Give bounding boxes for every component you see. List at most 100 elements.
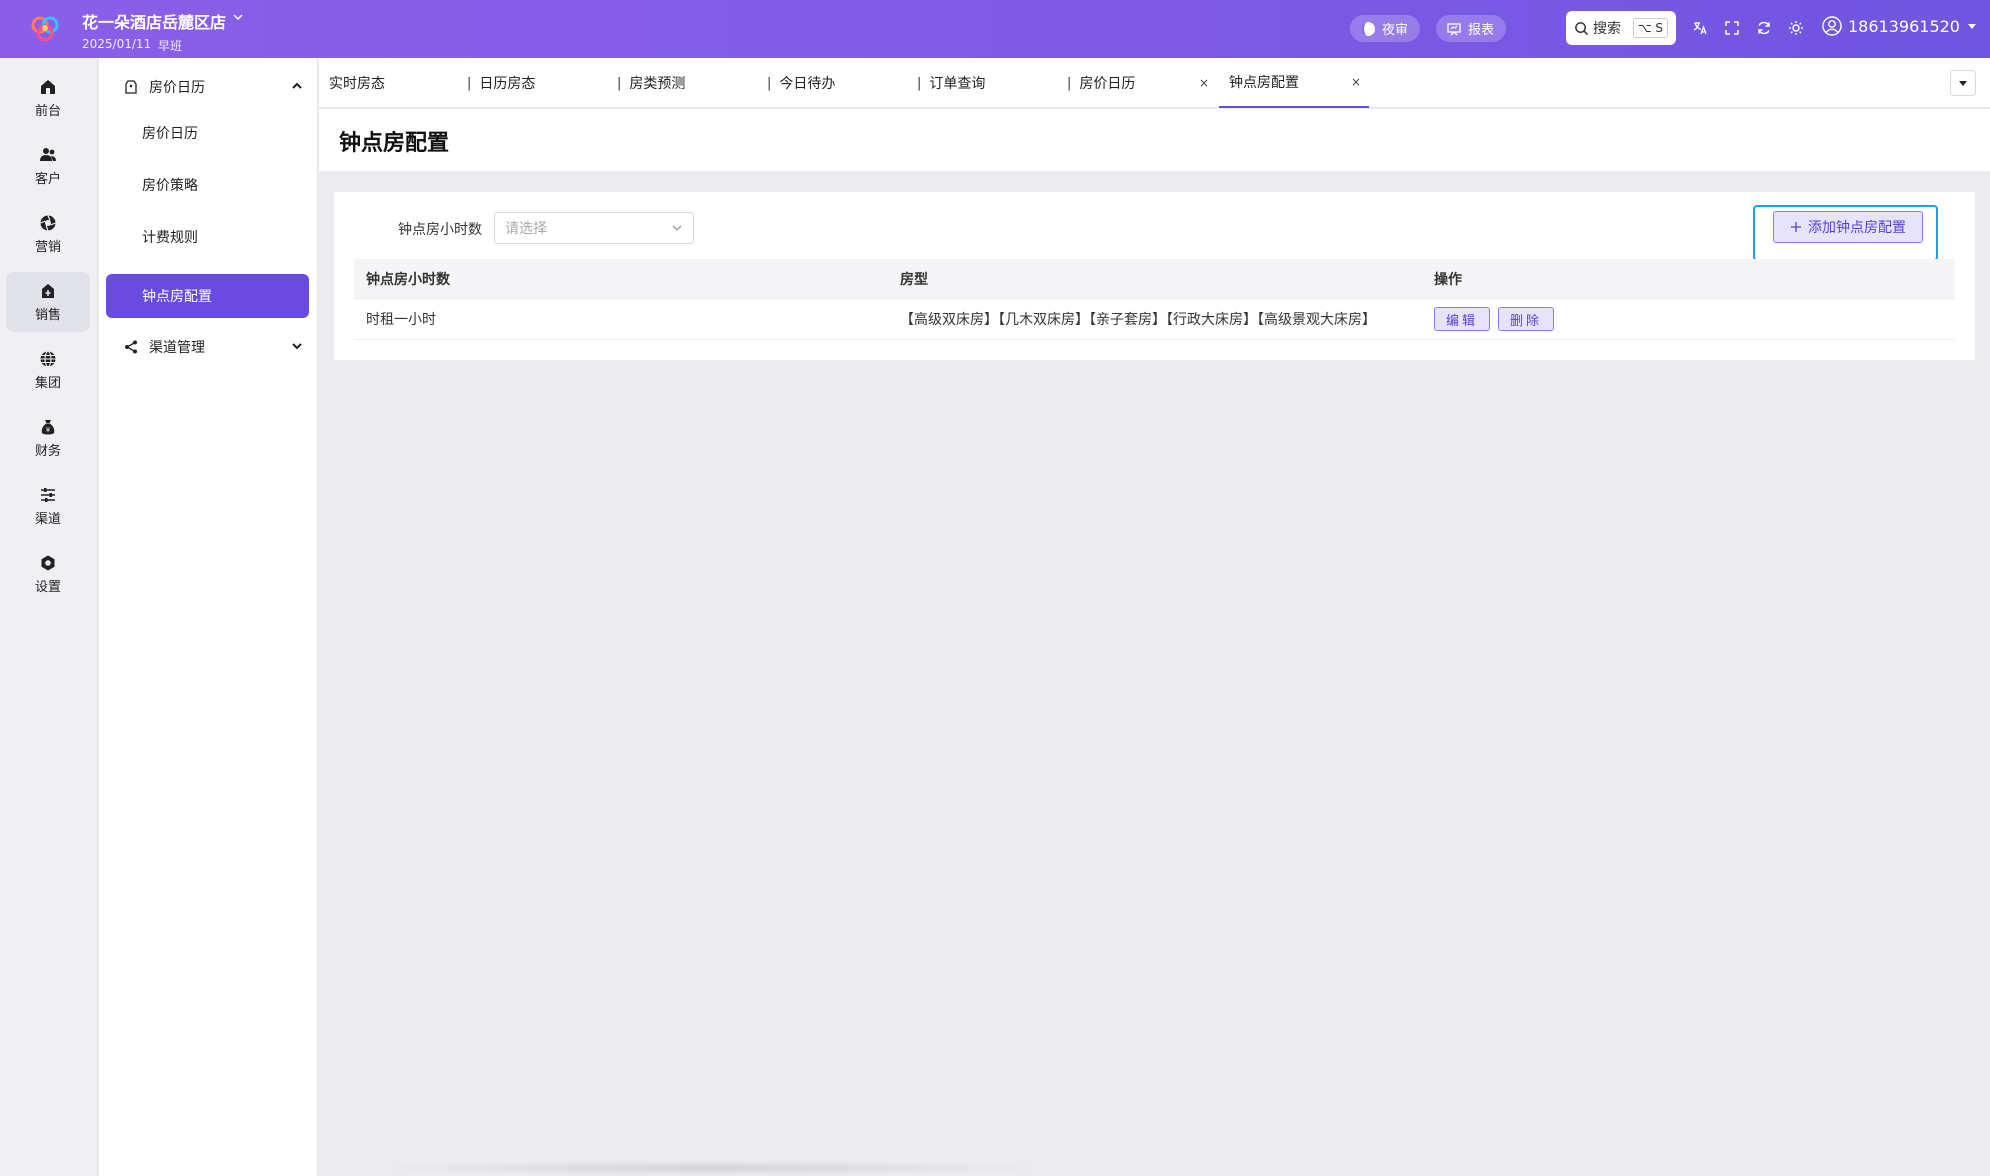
search-label: 搜索 [1593, 21, 1621, 37]
subnav-item-label: 钟点房配置 [142, 289, 212, 305]
svg-text:¥: ¥ [46, 426, 51, 434]
sliders-icon [41, 487, 55, 502]
tabs-dropdown-button[interactable] [1950, 70, 1976, 96]
report-button[interactable]: 报表 [1436, 15, 1507, 42]
subnav-item-label: 计费规则 [142, 230, 198, 246]
add-button-label: 添加钟点房配置 [1808, 220, 1906, 236]
top-bar: 花一朵酒店岳麓区店 2025/01/11 早班 夜审 报表 搜索 ⌥ S 186… [0, 0, 1990, 58]
content-card: 钟点房小时数 请选择 添加钟点房配置 钟点房小时数 房型 操作 时租一小时 【高… [334, 192, 1975, 360]
night-audit-button[interactable]: 夜审 [1350, 15, 1421, 42]
search-icon [1575, 21, 1589, 35]
store-icon [42, 283, 54, 298]
shift-label: 早班 [158, 39, 183, 53]
edit-button[interactable]: 编辑 [1434, 307, 1491, 331]
tab-realtime-room-status[interactable]: 实时房态 [329, 58, 469, 108]
chevron-down-icon [672, 225, 682, 231]
tab-separator: | [467, 75, 472, 91]
tab-today-todo[interactable]: | 今日待办 [767, 58, 917, 108]
plus-icon [1791, 222, 1801, 232]
page-header: 钟点房配置 [319, 109, 1990, 171]
chevron-down-icon [292, 343, 302, 350]
moon-icon [1360, 21, 1376, 37]
caret-down-icon [1967, 24, 1976, 29]
business-date: 2025/01/11 [82, 37, 152, 51]
tab-label: 今日待办 [779, 76, 836, 92]
tab-label: 日历房态 [479, 76, 536, 92]
tab-label: 房类预测 [629, 76, 686, 92]
page-title: 钟点房配置 [339, 131, 450, 156]
share-icon [125, 340, 137, 354]
tab-hourly-room-config[interactable]: 钟点房配置 × [1219, 58, 1369, 108]
tab-separator: | [617, 75, 622, 91]
chevron-up-icon [292, 82, 302, 89]
rail-item-finance[interactable]: ¥ 财务 [6, 408, 90, 468]
table-row: 时租一小时 【高级双床房】【几木双床房】【亲子套房】【行政大床房】【高级景观大床… [354, 299, 1955, 340]
subnav-item-rate-strategy[interactable]: 房价策略 [106, 163, 309, 207]
module-rail: 前台 客户 营销 销售 集团 ¥ 财务 渠道 设置 [0, 58, 98, 1176]
caret-down-icon [1959, 81, 1967, 86]
hours-select-placeholder: 请选择 [505, 221, 547, 237]
username: 18613961520 [1848, 16, 1960, 36]
global-search[interactable]: 搜索 ⌥ S [1566, 11, 1676, 45]
column-header-room-type: 房型 [900, 271, 928, 288]
delete-button[interactable]: 删除 [1498, 307, 1555, 331]
tab-separator: | [767, 75, 772, 91]
subnav-group-label: 房价日历 [149, 80, 205, 96]
tab-label: 房价日历 [1079, 76, 1136, 92]
close-icon[interactable]: × [1199, 76, 1209, 90]
hourly-config-table: 钟点房小时数 房型 操作 时租一小时 【高级双床房】【几木双床房】【亲子套房】【… [354, 259, 1955, 340]
gear-icon [41, 555, 55, 570]
tag-icon [125, 80, 137, 94]
refresh-icon[interactable] [1753, 17, 1775, 39]
add-hourly-config-button[interactable]: 添加钟点房配置 [1773, 211, 1923, 243]
tab-label: 订单查询 [929, 76, 986, 92]
fullscreen-icon[interactable] [1721, 17, 1743, 39]
tab-room-type-forecast[interactable]: | 房类预测 [617, 58, 767, 108]
hours-select[interactable]: 请选择 [494, 212, 694, 244]
rail-item-settings[interactable]: 设置 [6, 544, 90, 604]
filter-label: 钟点房小时数 [398, 222, 482, 238]
hotel-switch-chevron-icon[interactable] [232, 11, 244, 26]
column-header-actions: 操作 [1434, 271, 1462, 288]
page-tabs: 实时房态 | 日历房态 | 房类预测 | 今日待办 | 订单查询 | 房价日历 × 钟点房… [319, 58, 1990, 108]
rail-label: 设置 [34, 579, 61, 595]
tab-label: 实时房态 [329, 76, 385, 92]
rail-label: 客户 [34, 171, 61, 187]
table-header: 钟点房小时数 房型 操作 [354, 259, 1955, 299]
rail-label: 销售 [34, 307, 61, 323]
subnav-group-channel-management[interactable]: 渠道管理 [123, 332, 303, 362]
rail-item-channels[interactable]: 渠道 [6, 476, 90, 536]
rail-item-sales[interactable]: 销售 [6, 272, 90, 332]
cell-hours: 时租一小时 [366, 312, 436, 328]
translate-icon[interactable] [1689, 17, 1711, 39]
subnav-item-billing-rules[interactable]: 计费规则 [106, 215, 309, 259]
bottom-shadow [370, 1160, 1050, 1176]
tab-label: 钟点房配置 [1229, 75, 1299, 91]
tab-calendar-room-status[interactable]: | 日历房态 [467, 58, 617, 108]
rail-label: 前台 [34, 103, 61, 119]
subnav-item-label: 房价日历 [142, 126, 198, 142]
tab-rate-calendar[interactable]: | 房价日历 × [1067, 58, 1217, 108]
users-icon [40, 147, 56, 161]
subnav-item-rate-calendar[interactable]: 房价日历 [106, 111, 309, 155]
sub-sidebar: 房价日历 房价日历 房价策略 计费规则 钟点房配置 渠道管理 [99, 58, 318, 1176]
rail-item-group[interactable]: 集团 [6, 340, 90, 400]
report-icon [1446, 21, 1462, 37]
rail-label: 渠道 [34, 511, 61, 527]
tab-order-query[interactable]: | 订单查询 [917, 58, 1067, 108]
subnav-group-rate-calendar[interactable]: 房价日历 [123, 72, 303, 102]
subnav-item-hourly-room-config[interactable]: 钟点房配置 [106, 274, 309, 318]
cell-room-types: 【高级双床房】【几木双床房】【亲子套房】【行政大床房】【高级景观大床房】 [900, 312, 1376, 328]
search-shortcut: ⌥ S [1632, 18, 1668, 38]
rail-item-customers[interactable]: 客户 [6, 136, 90, 196]
hotel-name[interactable]: 花一朵酒店岳麓区店 [82, 9, 226, 33]
avatar-icon [1822, 16, 1842, 36]
cell-actions: 编辑 删除 [1434, 299, 1562, 339]
home-icon [41, 79, 55, 94]
user-menu[interactable]: 18613961520 [1822, 16, 1978, 36]
rail-label: 营销 [34, 239, 61, 255]
rail-item-marketing[interactable]: 营销 [6, 204, 90, 264]
rail-item-frontdesk[interactable]: 前台 [6, 68, 90, 128]
sun-icon[interactable] [1785, 17, 1807, 39]
close-icon[interactable]: × [1351, 75, 1361, 89]
